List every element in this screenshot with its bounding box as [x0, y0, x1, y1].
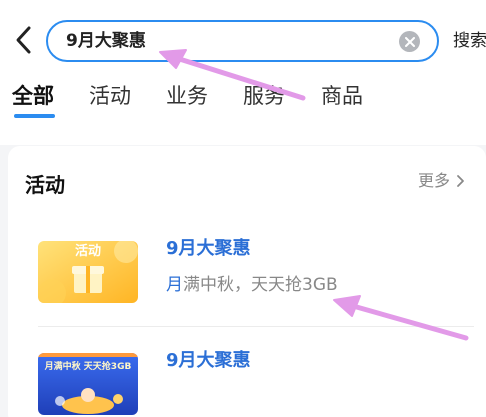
tab-service[interactable]: 服务	[243, 82, 285, 110]
activity-section-card: 活动 更多 活动 9月大聚惠 月满中秋，天天抢3GB 月满中秋 天天抢3GB 9…	[8, 146, 486, 417]
list-item[interactable]: 活动 9月大聚惠 月满中秋，天天抢3GB	[8, 224, 486, 314]
search-box[interactable]	[46, 20, 439, 62]
divider	[38, 326, 474, 327]
clear-button[interactable]	[399, 31, 420, 52]
active-tab-indicator	[14, 114, 55, 118]
search-button[interactable]: 搜索	[453, 30, 486, 52]
activity-thumbnail: 活动	[38, 241, 138, 303]
clear-x-icon	[404, 36, 415, 47]
more-link[interactable]: 更多	[418, 170, 465, 192]
activity-thumbnail: 月满中秋 天天抢3GB	[38, 353, 138, 415]
thumb-label: 活动	[74, 244, 101, 259]
chevron-left-icon	[16, 26, 31, 54]
back-button[interactable]	[10, 22, 36, 58]
desc-rest: 满中秋，天天抢3GB	[183, 275, 338, 295]
tab-activity[interactable]: 活动	[89, 82, 131, 110]
thumb-label: 月满中秋 天天抢3GB	[44, 362, 132, 372]
more-label: 更多	[418, 171, 451, 190]
tab-business[interactable]: 业务	[166, 82, 208, 110]
list-item[interactable]: 月满中秋 天天抢3GB 9月大聚惠	[8, 336, 486, 417]
section-title: 活动	[25, 173, 65, 197]
desc-highlight: 月	[166, 275, 183, 295]
item-title: 9月大聚惠	[166, 238, 251, 259]
chevron-right-icon	[457, 175, 464, 187]
tab-all[interactable]: 全部	[12, 82, 54, 110]
tab-goods[interactable]: 商品	[321, 82, 363, 110]
item-title: 9月大聚惠	[166, 350, 251, 371]
top-bar: 搜索 全部 活动 业务 服务 商品	[0, 0, 486, 145]
search-input[interactable]	[66, 22, 386, 60]
item-description: 月满中秋，天天抢3GB	[166, 272, 338, 298]
gift-icon	[72, 266, 104, 293]
